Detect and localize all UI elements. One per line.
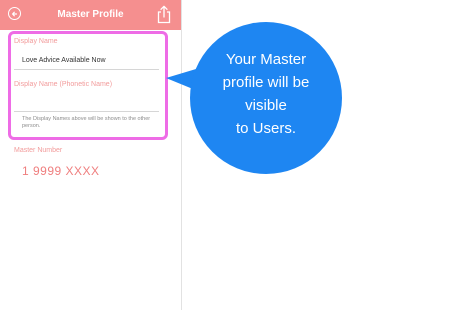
- callout-line-1: Your Master: [225, 51, 307, 68]
- callout-line-2: profile will be: [222, 74, 310, 91]
- callout-line-4: to Users.: [235, 120, 296, 137]
- callout-text: Your Master profile will be visible to U…: [190, 48, 342, 140]
- callout-line-3: visible: [245, 97, 287, 114]
